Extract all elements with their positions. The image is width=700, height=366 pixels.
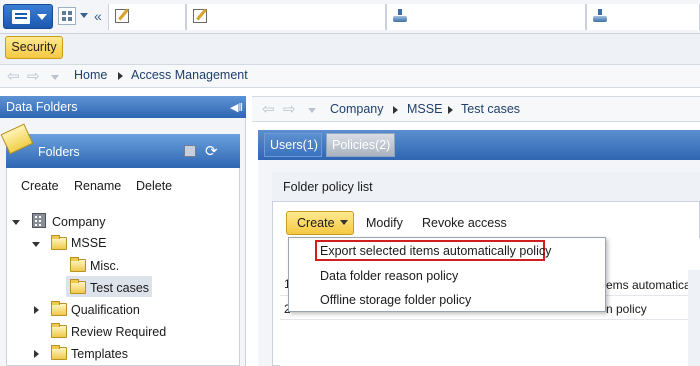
- tree-item-templates[interactable]: Templates: [71, 347, 128, 361]
- breadcrumb-separator-icon: [393, 106, 398, 114]
- breadcrumb-msse[interactable]: MSSE: [407, 102, 442, 116]
- chevron-down-icon[interactable]: [80, 13, 88, 18]
- stack-icon: [593, 9, 607, 23]
- revoke-access-button[interactable]: Revoke access: [422, 216, 507, 230]
- expand-toggle-icon[interactable]: [32, 242, 40, 247]
- rename-folder-button[interactable]: Rename: [74, 179, 121, 193]
- folders-title: Folders: [38, 145, 80, 159]
- create-policy-label[interactable]: Create: [297, 216, 335, 230]
- chevron-down-icon[interactable]: [340, 220, 348, 225]
- tab-strip: [258, 130, 700, 160]
- tab-policies[interactable]: Policies(2): [326, 133, 395, 157]
- expand-toggle-icon[interactable]: [34, 306, 39, 314]
- expand-toggle-icon[interactable]: [12, 220, 20, 225]
- modify-button[interactable]: Modify: [366, 216, 403, 230]
- data-folders-title: Data Folders: [6, 100, 78, 114]
- grid-view-icon[interactable]: [58, 7, 76, 25]
- window-tab[interactable]: [386, 4, 586, 30]
- breadcrumb-separator-icon: [118, 72, 123, 80]
- policy-name-cell: ems automatically p: [606, 278, 700, 292]
- copy-icon[interactable]: [184, 145, 196, 157]
- folder-icon: [51, 345, 67, 360]
- refresh-icon[interactable]: ⟳: [205, 142, 218, 160]
- security-button[interactable]: Security: [5, 36, 63, 59]
- menu-item-export-selected-items-policy[interactable]: Export selected items automatically poli…: [320, 244, 551, 258]
- chevron-down-icon: [37, 14, 47, 20]
- vertical-scrollbar[interactable]: [688, 270, 700, 366]
- back-icon[interactable]: ⇦: [7, 67, 20, 85]
- breadcrumb-access-management[interactable]: Access Management: [131, 68, 248, 82]
- edit-icon: [193, 9, 207, 23]
- menu-item-offline-storage-folder-policy[interactable]: Offline storage folder policy: [320, 293, 471, 307]
- tree-item-review-required[interactable]: Review Required: [71, 325, 166, 339]
- menu-item-data-folder-reason-policy[interactable]: Data folder reason policy: [320, 269, 458, 283]
- collapse-tabs-button[interactable]: «: [94, 8, 102, 24]
- panel-title: Folder policy list: [283, 180, 373, 194]
- breadcrumb-test-cases[interactable]: Test cases: [461, 102, 520, 116]
- forward-icon[interactable]: ⇨: [27, 67, 40, 85]
- create-folder-button[interactable]: Create: [21, 179, 59, 193]
- expand-toggle-icon[interactable]: [34, 350, 39, 358]
- folder-icon: [70, 257, 86, 272]
- breadcrumb-company[interactable]: Company: [330, 102, 384, 116]
- tab-users[interactable]: Users(1): [264, 133, 322, 157]
- tree-item-msse[interactable]: MSSE: [71, 236, 106, 250]
- window-tab[interactable]: [586, 4, 700, 30]
- folder-icon: [51, 301, 67, 316]
- building-icon: [32, 213, 46, 228]
- history-dropdown-icon[interactable]: [51, 75, 59, 80]
- tree-item-qualification[interactable]: Qualification: [71, 303, 140, 317]
- module-bar: [0, 34, 700, 64]
- breadcrumb-home[interactable]: Home: [74, 68, 107, 82]
- window-tab[interactable]: [186, 4, 386, 30]
- history-dropdown-icon[interactable]: [308, 108, 316, 113]
- stack-icon: [393, 9, 407, 23]
- collapse-panel-icon[interactable]: ◀‖: [230, 101, 243, 114]
- back-icon[interactable]: ⇦: [262, 100, 275, 118]
- window-tab[interactable]: [108, 4, 186, 30]
- tree-item-test-cases[interactable]: Test cases: [90, 281, 149, 295]
- breadcrumb-separator-icon: [448, 106, 453, 114]
- folder-icon: [51, 323, 67, 338]
- tree-item-company[interactable]: Company: [52, 215, 106, 229]
- delete-folder-button[interactable]: Delete: [136, 179, 172, 193]
- tree-item-misc[interactable]: Misc.: [90, 259, 119, 273]
- edit-icon: [115, 9, 129, 23]
- folder-icon: [70, 279, 86, 294]
- policy-name-cell: n policy: [606, 302, 647, 316]
- folder-icon: [51, 235, 67, 250]
- list-icon: [12, 10, 30, 24]
- forward-icon[interactable]: ⇨: [283, 100, 296, 118]
- app-menu-button[interactable]: [3, 4, 53, 29]
